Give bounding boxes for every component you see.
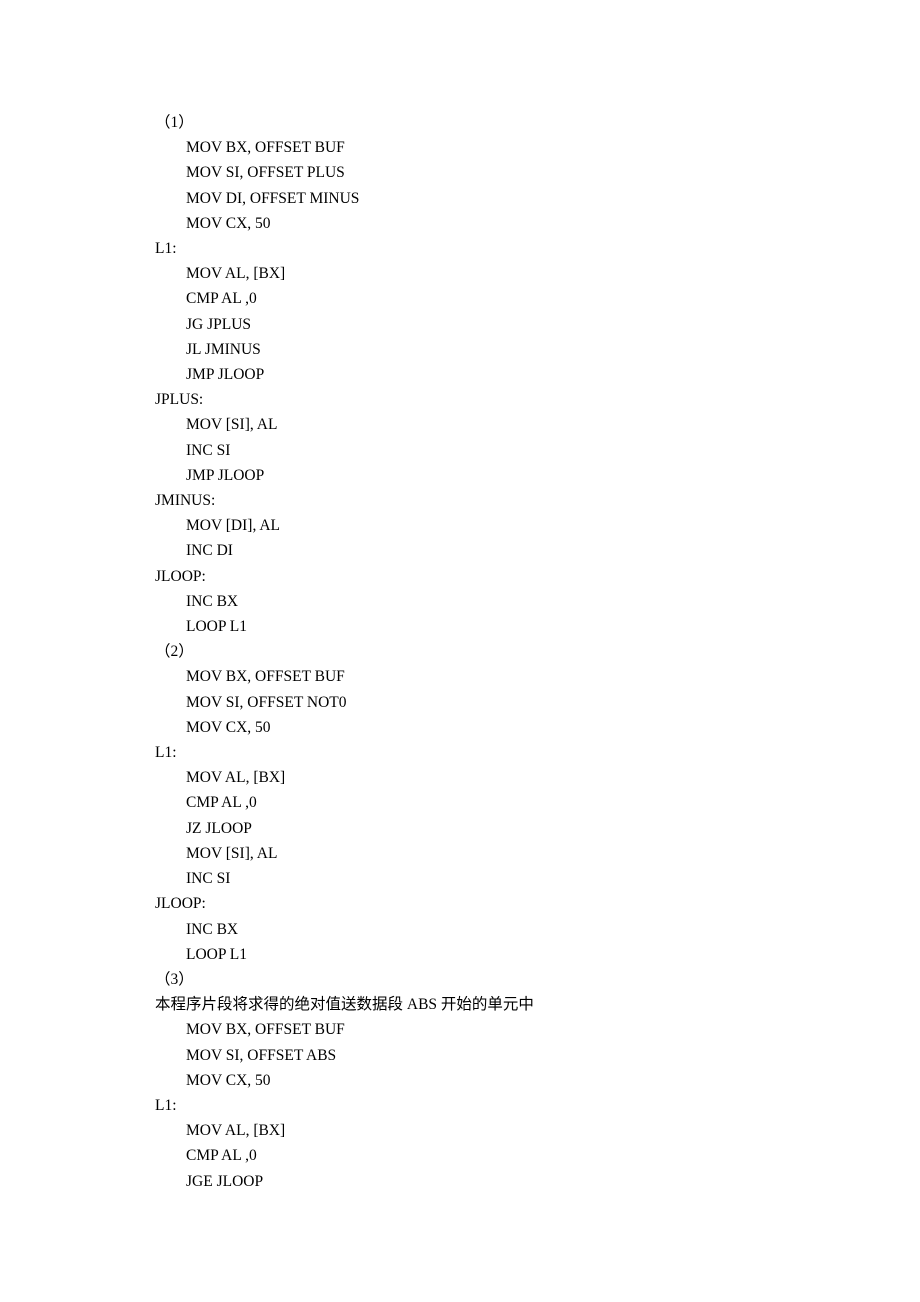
code-line: JLOOP: — [155, 891, 765, 916]
code-line: MOV [SI], AL — [155, 412, 765, 437]
code-line: CMP AL ,0 — [155, 790, 765, 815]
code-line: MOV SI, OFFSET PLUS — [155, 160, 765, 185]
code-line: MOV SI, OFFSET NOT0 — [155, 690, 765, 715]
code-line: MOV BX, OFFSET BUF — [155, 664, 765, 689]
code-line: JPLUS: — [155, 387, 765, 412]
code-line: （2） — [155, 639, 765, 664]
code-line: JMP JLOOP — [155, 463, 765, 488]
code-line: MOV CX, 50 — [155, 211, 765, 236]
code-line: MOV BX, OFFSET BUF — [155, 1017, 765, 1042]
code-line: INC SI — [155, 866, 765, 891]
code-line: JZ JLOOP — [155, 816, 765, 841]
code-line: MOV CX, 50 — [155, 715, 765, 740]
code-line: MOV CX, 50 — [155, 1068, 765, 1093]
code-line: （3） — [155, 967, 765, 992]
code-line: JL JMINUS — [155, 337, 765, 362]
code-line: INC BX — [155, 589, 765, 614]
code-line: MOV [DI], AL — [155, 513, 765, 538]
code-line: JGE JLOOP — [155, 1169, 765, 1194]
code-line: L1: — [155, 1093, 765, 1118]
code-line: （1） — [155, 110, 765, 135]
code-listing: （1） MOV BX, OFFSET BUF MOV SI, OFFSET PL… — [155, 110, 765, 1194]
code-line: MOV AL, [BX] — [155, 765, 765, 790]
code-line: MOV AL, [BX] — [155, 261, 765, 286]
document-page: （1） MOV BX, OFFSET BUF MOV SI, OFFSET PL… — [0, 0, 920, 1302]
code-line: JG JPLUS — [155, 312, 765, 337]
code-line: MOV [SI], AL — [155, 841, 765, 866]
code-line: INC DI — [155, 538, 765, 563]
code-line: INC BX — [155, 917, 765, 942]
code-line: JMINUS: — [155, 488, 765, 513]
code-line: LOOP L1 — [155, 614, 765, 639]
code-line: JLOOP: — [155, 564, 765, 589]
code-line: MOV DI, OFFSET MINUS — [155, 186, 765, 211]
code-line: L1: — [155, 236, 765, 261]
code-line: CMP AL ,0 — [155, 286, 765, 311]
code-line: MOV SI, OFFSET ABS — [155, 1043, 765, 1068]
code-line: 本程序片段将求得的绝对值送数据段 ABS 开始的单元中 — [155, 992, 765, 1017]
code-line: INC SI — [155, 438, 765, 463]
code-line: MOV AL, [BX] — [155, 1118, 765, 1143]
code-line: CMP AL ,0 — [155, 1143, 765, 1168]
code-line: JMP JLOOP — [155, 362, 765, 387]
code-line: LOOP L1 — [155, 942, 765, 967]
code-line: L1: — [155, 740, 765, 765]
code-line: MOV BX, OFFSET BUF — [155, 135, 765, 160]
